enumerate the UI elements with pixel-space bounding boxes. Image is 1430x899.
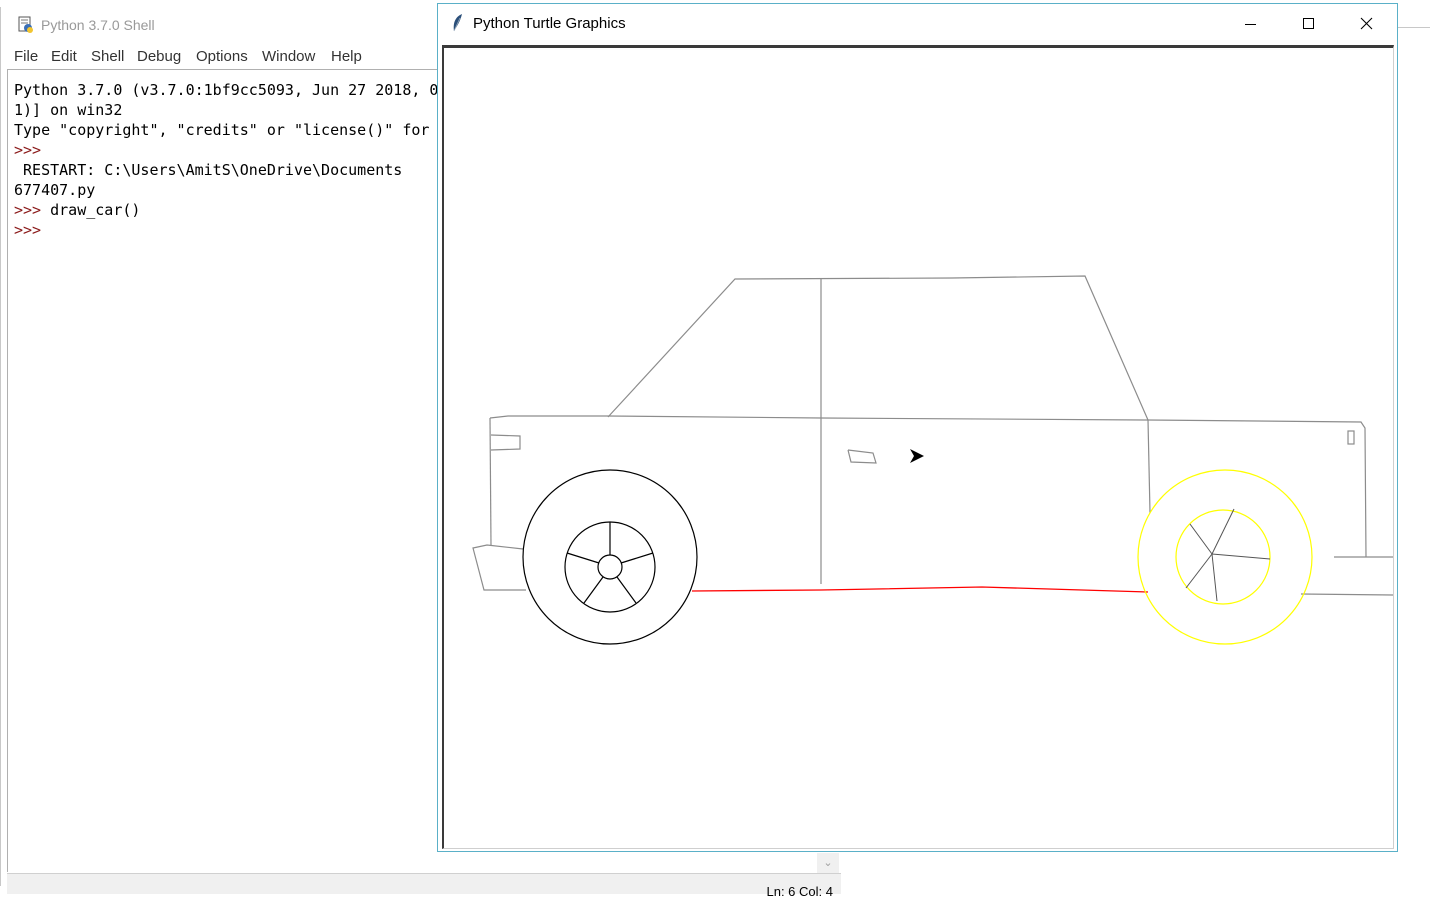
- car-body-rear-line: [1147, 419, 1151, 514]
- turtle-window-title: Python Turtle Graphics: [473, 15, 626, 32]
- turtle-titlebar[interactable]: Python Turtle Graphics: [438, 4, 1397, 44]
- front-hub: [597, 554, 623, 580]
- car-drawing: [472, 275, 1393, 645]
- car-body-front-line: [489, 417, 492, 547]
- rear-spoke: [1211, 553, 1271, 560]
- menu-window[interactable]: Window: [262, 48, 315, 65]
- shell-window-title: Python 3.7.0 Shell: [41, 17, 155, 33]
- shell-line: >>> draw_car(): [14, 200, 140, 220]
- turtle-canvas[interactable]: [442, 45, 1394, 849]
- menu-shell[interactable]: Shell: [91, 48, 124, 65]
- car-roof-outline: [607, 275, 1149, 421]
- rear-bumper-lower-line: [1300, 593, 1393, 596]
- feather-icon: [453, 14, 462, 32]
- rear-spoke: [1211, 508, 1235, 555]
- rear-spoke: [1189, 523, 1213, 555]
- rear-spoke: [1211, 553, 1218, 602]
- rear-spoke: [1185, 553, 1213, 589]
- menu-help[interactable]: Help: [331, 48, 362, 65]
- scroll-down-arrow-icon[interactable]: ⌄: [817, 853, 839, 873]
- front-spoke: [620, 552, 654, 564]
- shell-line-text: 677407.py: [14, 181, 96, 199]
- front-spoke: [566, 552, 600, 564]
- front-wheel: [522, 469, 698, 645]
- python-shell-icon: [18, 16, 33, 33]
- shell-prompt: >>>: [14, 201, 42, 219]
- rear-wheel: [1137, 469, 1313, 645]
- headlight-shape: [490, 434, 521, 451]
- maximize-button[interactable]: [1279, 4, 1337, 44]
- rear-wheel-spokes: [1185, 508, 1271, 602]
- turtle-cursor-icon: [910, 449, 924, 463]
- minimize-button[interactable]: [1221, 4, 1279, 44]
- shell-line-text: draw_car(): [41, 201, 141, 219]
- maximize-icon: [1303, 18, 1314, 29]
- turtle-graphics-window: Python Turtle Graphics: [437, 3, 1398, 852]
- shell-line: 1)] on win32: [14, 100, 122, 120]
- shell-prompt: >>>: [14, 141, 42, 159]
- background-window-edge: [1398, 27, 1430, 28]
- door-handle-shape: [847, 449, 877, 464]
- cursor-position-status: Ln: 6 Col: 4: [766, 884, 834, 899]
- shell-statusbar: Ln: 6 Col: 4: [7, 873, 841, 899]
- menu-options[interactable]: Options: [196, 48, 248, 65]
- shell-line: RESTART: C:\Users\AmitS\OneDrive\Documen…: [14, 160, 402, 180]
- front-spoke: [583, 576, 604, 604]
- shell-line: 677407.py: [14, 180, 95, 200]
- front-spoke: [616, 576, 637, 604]
- shell-line-text: RESTART: C:\Users\AmitS\OneDrive\Documen…: [14, 161, 403, 179]
- shell-line: >>>: [14, 140, 41, 160]
- menu-edit[interactable]: Edit: [51, 48, 77, 65]
- rear-tire: [1137, 469, 1313, 645]
- front-tire: [522, 469, 698, 645]
- shell-line: >>>: [14, 220, 41, 240]
- tail-light-shape: [1347, 430, 1355, 445]
- shell-line-text: 1)] on win32: [14, 101, 123, 119]
- close-button[interactable]: [1337, 4, 1395, 44]
- menu-debug[interactable]: Debug: [137, 48, 181, 65]
- shell-prompt: >>>: [14, 221, 42, 239]
- menu-file[interactable]: File: [14, 48, 38, 65]
- front-bumper-shape: [472, 544, 526, 591]
- minimize-icon: [1245, 24, 1256, 25]
- car-body-top-line: [489, 415, 1367, 558]
- close-icon: [1360, 17, 1373, 30]
- car-sill-line: [691, 586, 1149, 593]
